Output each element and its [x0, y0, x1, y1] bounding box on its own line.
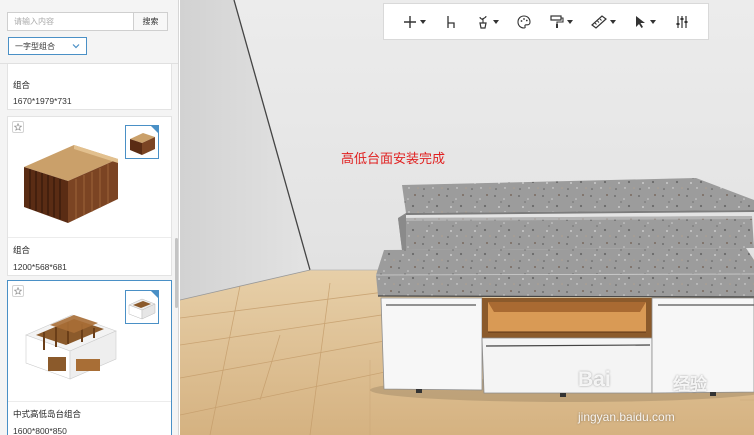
- paint-tool-button[interactable]: [550, 12, 573, 32]
- product-dims: 1600*800*850: [13, 426, 67, 435]
- search-button[interactable]: 搜索: [133, 12, 168, 31]
- product-image: [24, 145, 118, 223]
- measure-tool-button[interactable]: [591, 12, 617, 32]
- card-separator: [8, 237, 171, 238]
- selected-corner-mark: [150, 290, 159, 299]
- product-dims: 1670*1979*731: [13, 96, 72, 106]
- settings-tool-button[interactable]: [675, 12, 689, 32]
- category-select[interactable]: 一字型组合: [8, 37, 87, 55]
- status-message: 高低台面安装完成: [341, 152, 446, 167]
- plus-icon: [404, 15, 417, 28]
- scene-canvas: [180, 0, 754, 435]
- select-tool-button[interactable]: [635, 12, 657, 32]
- chevron-down-icon: [420, 19, 427, 24]
- 3d-viewport[interactable]: [180, 0, 754, 435]
- watermark-brand-cn: 经验: [673, 375, 707, 395]
- add-tool-button[interactable]: [403, 12, 427, 32]
- paint-roller-icon: [550, 14, 564, 28]
- product-thumbnail[interactable]: [125, 125, 159, 159]
- upper-countertop-front: [398, 216, 754, 250]
- palette-icon: [517, 14, 531, 29]
- lower-countertop-top: [376, 248, 754, 275]
- search-input[interactable]: [7, 12, 133, 31]
- chair-icon: [447, 15, 455, 28]
- product-thumbnail[interactable]: [125, 290, 159, 324]
- product-name: 组合: [13, 80, 31, 90]
- ruler-icon: [591, 14, 608, 29]
- selected-corner-mark: [150, 125, 159, 134]
- toolbar: [383, 3, 709, 40]
- chevron-down-icon: [492, 19, 499, 24]
- chevron-down-icon: [610, 19, 617, 24]
- product-card[interactable]: 组合 1670*1979*731: [7, 64, 172, 110]
- category-select-value: 一字型组合: [15, 41, 55, 51]
- decor-tool-button[interactable]: [476, 12, 499, 32]
- product-library-panel: 搜索 一字型组合 组合 1670*1979*731: [0, 0, 179, 435]
- sliders-icon: [676, 15, 688, 28]
- product-name: 组合: [13, 245, 31, 255]
- product-image: [25, 314, 117, 380]
- plant-icon: [478, 15, 487, 29]
- star-icon: [14, 287, 22, 295]
- lower-countertop-front: [376, 274, 754, 297]
- material-tool-button[interactable]: [517, 12, 531, 32]
- cursor-icon: [636, 15, 646, 28]
- chevron-down-icon: [566, 19, 573, 24]
- furniture-tool-button[interactable]: [445, 12, 457, 32]
- product-card[interactable]: 组合 1200*568*681: [7, 116, 172, 276]
- product-card-selected[interactable]: 中式高低岛台组合 1600*800*850: [7, 280, 172, 435]
- product-dims: 1200*568*681: [13, 262, 67, 272]
- watermark-brand: Bai: [578, 368, 611, 391]
- list-scrollbar[interactable]: [175, 238, 178, 308]
- card-separator: [8, 401, 171, 402]
- chevron-down-icon: [72, 44, 80, 49]
- watermark-url: jingyan.baidu.com: [578, 410, 675, 424]
- chevron-down-icon: [650, 19, 657, 24]
- left-cabinet-door: [380, 297, 483, 391]
- product-name: 中式高低岛台组合: [13, 409, 82, 419]
